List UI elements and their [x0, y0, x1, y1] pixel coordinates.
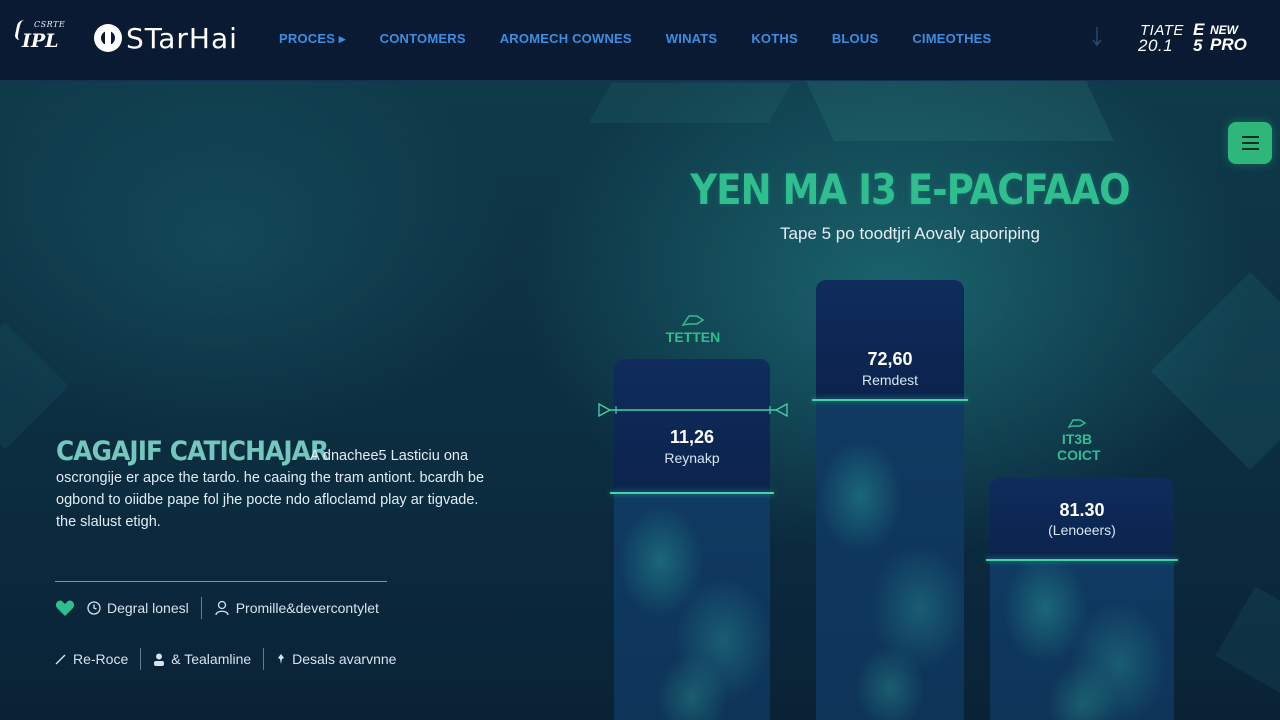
- ipl-logo-small-text: CSRTE: [34, 20, 66, 29]
- menu-item-winats[interactable]: WINATS: [666, 31, 718, 47]
- promo-badge[interactable]: TIATE 20.1 E 5 NEW PRO: [1138, 20, 1258, 55]
- bar-2-value: 72,60: [867, 349, 913, 369]
- menu-item-contomers[interactable]: CONTOMERS: [380, 31, 466, 47]
- bar-3[interactable]: 81.30 (Lenoeers): [986, 478, 1178, 720]
- bar-3-label: (Lenoeers): [1048, 522, 1116, 538]
- flag-icon: [681, 315, 705, 327]
- meta-separator: [263, 648, 265, 670]
- bar-3-tag: IT3B COICT: [1046, 417, 1108, 463]
- bar-1-top: [614, 359, 770, 493]
- divider: [55, 581, 387, 582]
- bar-1-label: Reynakp: [664, 450, 720, 466]
- brand-icon: [94, 24, 122, 52]
- bar-2-edge: [812, 399, 968, 401]
- hamburger-icon-line: [1242, 142, 1259, 144]
- top-navbar: CSRTE IPL STarHai PROCES ▸ CONTOMERS ARO…: [0, 0, 1280, 81]
- pin-icon: [278, 654, 285, 664]
- left-paragraph-text: oscrongije er apce the tardo. he caaing …: [56, 470, 485, 530]
- promo-pro: PRO: [1210, 35, 1247, 54]
- meta-desals-label: Desals avarvnne: [292, 651, 397, 667]
- bar-2-body: [816, 400, 964, 720]
- main-menu: PROCES ▸ CONTOMERS AROMECH COWNES WINATS…: [279, 31, 1025, 47]
- left-paragraph: A dnachee5 Lasticiu ona oscrongije er ap…: [56, 445, 496, 533]
- user-icon: [215, 600, 229, 616]
- hamburger-icon-line: [1242, 136, 1259, 138]
- hamburger-icon-line: [1242, 148, 1259, 150]
- pencil-icon: [55, 654, 66, 665]
- flag-icon: [1067, 419, 1087, 429]
- menu-item-aromech-cownes[interactable]: AROMECH COWNES: [500, 31, 632, 47]
- meta-row-1: Degral lonesl Promille&devercontylet: [55, 597, 379, 619]
- clock-icon: [87, 601, 101, 615]
- meta-degral-label: Degral lonesl: [107, 600, 189, 616]
- promo-number: 5: [1193, 36, 1203, 55]
- bar-1-edge: [610, 492, 774, 494]
- bar-3-body: [990, 560, 1174, 720]
- ipl-logo-text: IPL: [22, 30, 59, 52]
- menu-item-cimeothes[interactable]: CIMEOTHES: [912, 31, 991, 47]
- meta-reroce[interactable]: Re-Roce: [55, 651, 128, 667]
- menu-item-proces[interactable]: PROCES ▸: [279, 31, 346, 47]
- meta-degral[interactable]: Degral lonesl: [87, 600, 189, 616]
- bar-1-body: [614, 493, 770, 720]
- bar-1-tag: TETTEN: [652, 313, 734, 345]
- down-arrow-icon[interactable]: [1090, 26, 1104, 48]
- person-icon: [154, 653, 165, 666]
- promo-line-2: 20.1: [1138, 36, 1174, 55]
- bar-3-tag-label: IT3B COICT: [1057, 431, 1101, 463]
- meta-separator: [200, 597, 202, 619]
- meta-promille-label: Promille&devercontylet: [235, 600, 379, 616]
- decor-shard: [588, 83, 792, 123]
- brand-name: STarHai: [126, 21, 238, 55]
- meta-tealamline-label: & Tealamline: [171, 651, 252, 667]
- menu-item-blous[interactable]: BLOUS: [832, 31, 879, 47]
- menu-item-koths[interactable]: KOTHS: [751, 31, 798, 47]
- meta-separator: [140, 648, 142, 670]
- bar-2-label: Remdest: [861, 372, 919, 388]
- bar-2[interactable]: 72,60 Remdest: [812, 280, 968, 720]
- brand-logo[interactable]: STarHai: [94, 21, 238, 55]
- bar-1-tag-label: TETTEN: [665, 329, 721, 345]
- meta-row-2: Re-Roce & Tealamline Desals avarvnne: [55, 648, 396, 670]
- meta-tealamline[interactable]: & Tealamline: [153, 651, 251, 667]
- decor-shard: [806, 81, 1114, 141]
- meta-reroce-label: Re-Roce: [73, 651, 129, 667]
- decor-shard: [0, 322, 69, 450]
- bar-3-value: 81.30: [1059, 500, 1105, 520]
- meta-desals[interactable]: Desals avarvnne: [276, 651, 396, 667]
- menu-toggle-button[interactable]: [1228, 122, 1272, 164]
- hero-title: YEN MA I3 E-PACFAAO: [690, 165, 1130, 214]
- meta-promille[interactable]: Promille&devercontylet: [214, 600, 379, 616]
- ipl-logo[interactable]: CSRTE IPL: [13, 18, 66, 54]
- hero-subtitle: Tape 5 po toodtjri Aovaly aporiping: [780, 224, 1040, 243]
- left-paragraph-lead: A dnachee5 Lasticiu ona: [310, 448, 469, 464]
- hero-section: YEN MA I3 E-PACFAAO Tape 5 po toodtjri A…: [0, 81, 1280, 720]
- heart-icon[interactable]: [55, 599, 75, 617]
- decor-shard: [1215, 586, 1280, 696]
- measure-line-icon: [598, 403, 788, 417]
- bar-3-edge: [986, 559, 1178, 561]
- bar-1-value: 11,26: [669, 427, 715, 447]
- decor-shard: [1151, 272, 1280, 470]
